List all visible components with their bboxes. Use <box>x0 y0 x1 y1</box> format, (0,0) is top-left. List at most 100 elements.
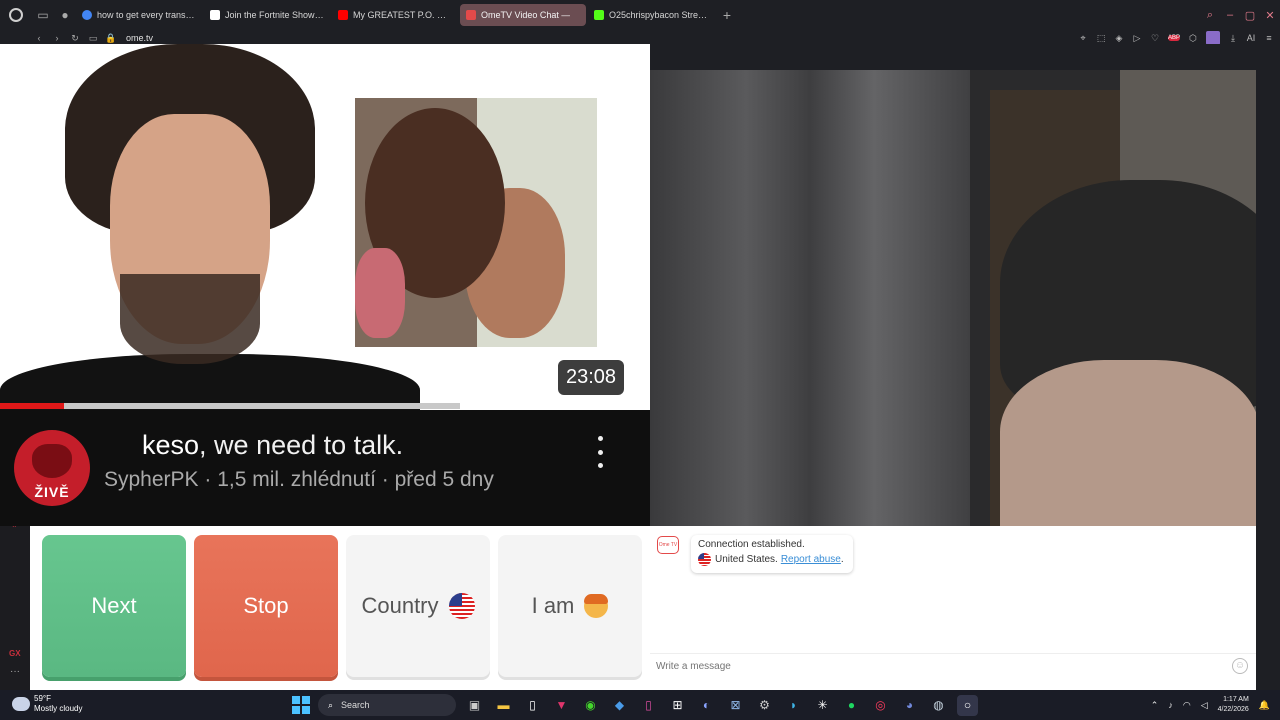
country-button[interactable]: Country <box>346 535 490 677</box>
menu-icon[interactable]: ≡ <box>1264 33 1274 43</box>
start-icon[interactable] <box>292 696 310 714</box>
live-badge: ŽIVĚ <box>34 484 70 500</box>
maximize-button[interactable]: ▢ <box>1240 9 1260 22</box>
next-button[interactable]: Next <box>42 535 186 677</box>
app-blue-icon[interactable]: ◆ <box>609 695 630 716</box>
more-options-icon[interactable] <box>594 436 606 468</box>
notification-icon[interactable]: 🔔 <box>1259 700 1270 711</box>
stop-label: Stop <box>243 593 289 618</box>
onenote-icon[interactable]: ▯ <box>638 695 659 716</box>
reload-icon[interactable]: ↻ <box>66 33 84 44</box>
forward-icon[interactable]: › <box>48 33 66 43</box>
camera-icon[interactable]: ▭ <box>84 33 102 44</box>
video-meta: SypherPK · 1,5 mil. zhlédnutí · před 5 d… <box>104 468 494 491</box>
shield-icon[interactable]: ◈ <box>1114 33 1124 44</box>
remote-video <box>650 70 1256 526</box>
opera-icon[interactable]: ○ <box>957 694 978 716</box>
opera-menu-button[interactable] <box>0 0 32 30</box>
tab-favicon-icon <box>338 10 348 20</box>
search-label: Search <box>341 700 370 710</box>
chevron-up-icon[interactable]: ⌃ <box>1151 700 1159 711</box>
tab-islands-icon[interactable]: ▭ <box>32 0 54 30</box>
edge-icon[interactable]: ◗ <box>783 695 804 716</box>
message-input[interactable] <box>656 658 1216 674</box>
taskbar-apps: ⌕ Search ▣ ▬ ▯ ▼ ◉ ◆ ▯ ⊞ ◐ ⊠ ⚙ ◗ ✳ ● ◎ ◕ … <box>292 693 978 717</box>
connection-status: Connection established. <box>698 539 805 550</box>
profile-avatar[interactable] <box>1206 31 1220 45</box>
file-explorer-icon[interactable]: ▬ <box>493 695 514 716</box>
discord-icon[interactable]: ◕ <box>899 695 920 716</box>
video-duration-badge: 23:08 <box>558 360 625 395</box>
boy-emoji-icon <box>584 594 609 618</box>
opera-logo-icon <box>9 8 23 22</box>
settings-icon[interactable]: ⚙ <box>754 695 775 716</box>
tab-2[interactable]: My GREATEST P.O. Box O <box>332 4 458 26</box>
country-label: Country <box>361 593 439 618</box>
adblock-icon[interactable]: ABP <box>1168 35 1180 41</box>
tab-3[interactable]: OmeTV Video Chat — <box>460 4 586 26</box>
pin-icon[interactable]: ⌖ <box>1078 33 1088 44</box>
wifi-icon[interactable]: ◠ <box>1183 700 1191 711</box>
sidebar-more-button[interactable]: ··· <box>10 666 20 677</box>
aria-ai-button[interactable]: AI <box>1246 33 1256 43</box>
remote-video-header <box>650 44 1280 70</box>
iam-label: I am <box>531 593 575 618</box>
chat-controls: Next Stop Country I am <box>30 526 650 690</box>
tab-4[interactable]: O25chrispybacon Stream <box>588 4 714 26</box>
tab-search-icon[interactable]: ⌕ <box>1200 9 1220 22</box>
extensions-icon[interactable]: ⬡ <box>1188 33 1198 44</box>
ometv-logo-icon: Ome TV <box>657 536 679 554</box>
us-flag-icon <box>698 553 711 566</box>
notepad-icon[interactable]: ▯ <box>522 695 543 716</box>
tab-title: how to get every transfor <box>97 10 196 20</box>
opera-gx-icon[interactable]: ◎ <box>870 695 891 716</box>
play-icon[interactable]: ▷ <box>1132 33 1142 44</box>
partner-country: United States. <box>715 554 778 565</box>
gender-button[interactable]: I am <box>498 535 642 677</box>
clock-date: 4/22/2026 <box>1217 706 1249 713</box>
steam-icon[interactable]: ◍ <box>928 695 949 716</box>
emoji-icon[interactable]: ☺ <box>1232 658 1248 674</box>
stop-button[interactable]: Stop <box>194 535 338 677</box>
gamepad-icon[interactable]: ◐ <box>696 695 717 716</box>
us-flag-icon <box>448 593 475 619</box>
vivaldi-icon[interactable]: ▼ <box>551 695 572 716</box>
razer-icon[interactable]: ◉ <box>580 695 601 716</box>
snapshot-icon[interactable]: ⬚ <box>1096 33 1106 44</box>
workspace-icon[interactable]: ● <box>54 0 76 30</box>
close-button[interactable]: ✕ <box>1260 9 1280 22</box>
vmware-icon[interactable]: ⊠ <box>725 695 746 716</box>
tab-title: O25chrispybacon Stream <box>609 10 708 20</box>
message-composer: ☺ <box>650 653 1256 677</box>
report-suffix: . <box>840 554 844 565</box>
tab-1[interactable]: Join the Fortnite Showdow <box>204 4 330 26</box>
gx-corner-button[interactable]: GX <box>9 649 21 658</box>
volume-icon[interactable]: ◁ <box>1201 700 1208 711</box>
tab-favicon-icon <box>210 10 220 20</box>
download-icon[interactable]: ⤓ <box>1228 33 1238 44</box>
video-title[interactable]: keso, we need to talk. <box>142 430 403 461</box>
capcut-icon[interactable]: ⊞ <box>667 695 688 716</box>
lock-icon: 🔒 <box>105 32 117 43</box>
spotify-icon[interactable]: ● <box>841 695 862 716</box>
new-tab-button[interactable]: + <box>716 7 738 23</box>
minimize-button[interactable]: – <box>1220 9 1240 21</box>
tab-title: Join the Fortnite Showdow <box>225 10 324 20</box>
demon-mask-icon <box>32 444 72 478</box>
taskbar-search[interactable]: ⌕ Search <box>318 694 456 716</box>
weather-widget[interactable]: 59°F Mostly cloudy <box>12 694 82 714</box>
report-abuse-link[interactable]: Report abuse <box>781 554 841 565</box>
curtain-image <box>650 70 970 526</box>
video-thumbnail[interactable]: 23:08 <box>0 44 650 434</box>
thumbnail-person-image <box>0 44 420 434</box>
perplexity-icon[interactable]: ✳ <box>812 695 833 716</box>
back-icon[interactable]: ‹ <box>30 33 48 43</box>
url-field[interactable]: ome.tv <box>126 33 153 43</box>
heart-icon[interactable]: ♡ <box>1150 33 1160 44</box>
clock[interactable]: 1:17 AM 4/22/2026 <box>1218 695 1249 715</box>
channel-avatar[interactable]: ŽIVĚ <box>14 430 90 506</box>
thumbnail-inset-image <box>355 98 597 347</box>
tab-0[interactable]: how to get every transfor <box>76 4 202 26</box>
microphone-icon[interactable]: ♪ <box>1168 700 1173 710</box>
task-view-icon[interactable]: ▣ <box>464 695 485 716</box>
